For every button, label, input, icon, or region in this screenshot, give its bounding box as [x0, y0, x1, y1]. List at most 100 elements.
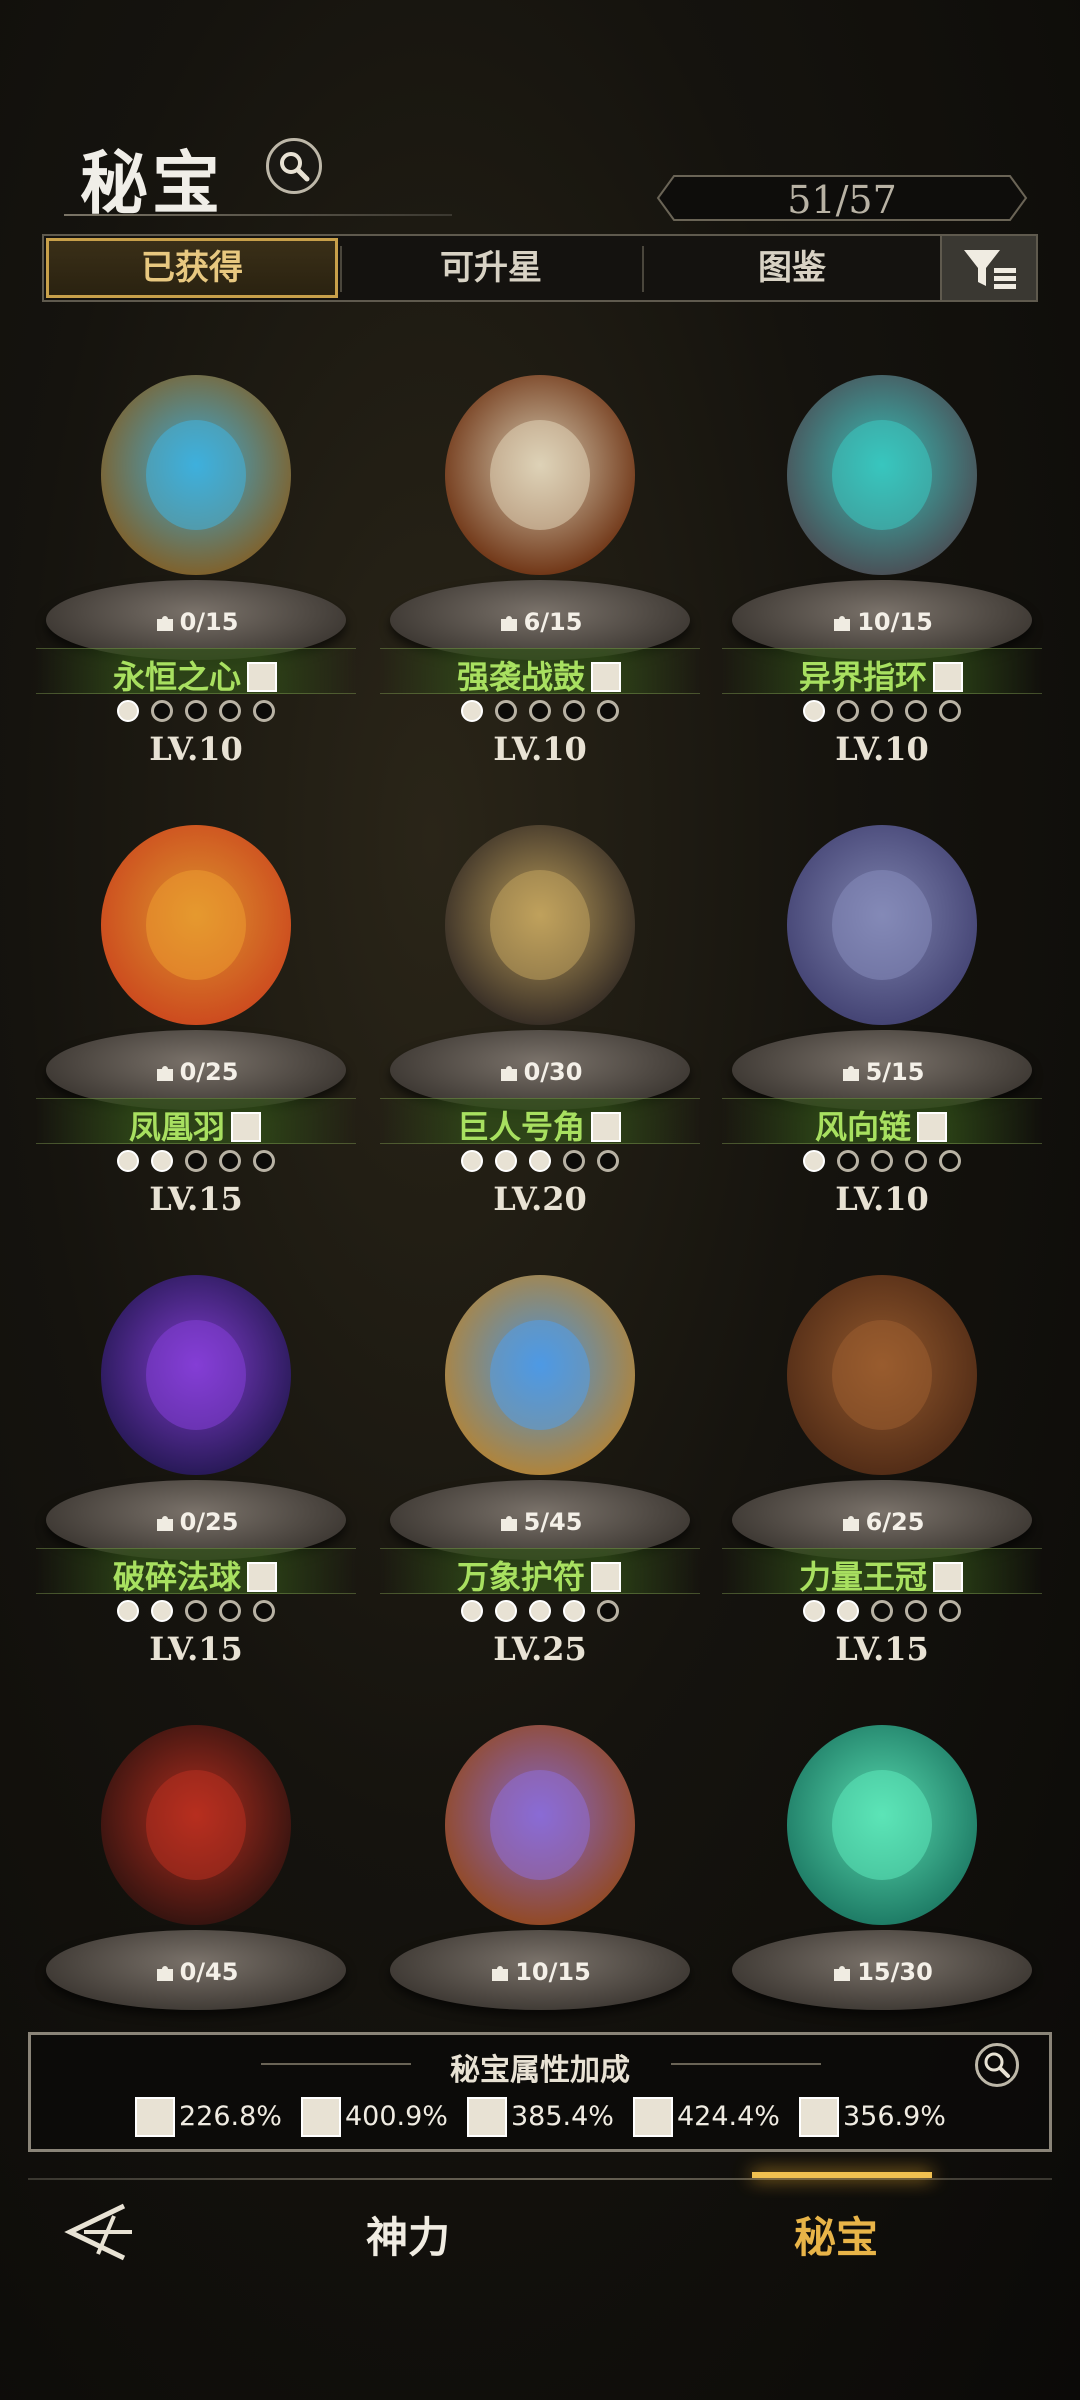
puzzle-piece-icon — [500, 616, 517, 631]
boot-icon — [633, 2097, 673, 2137]
treasure-card[interactable]: 0/25 破碎法球 LV.15 — [36, 1230, 356, 1675]
fist-icon — [915, 1110, 949, 1144]
star-rating — [380, 700, 700, 722]
puzzle-piece-icon — [842, 1516, 859, 1531]
fragment-count: 0/15 — [36, 608, 356, 636]
fist-icon — [301, 2097, 341, 2137]
treasure-card[interactable]: 5/45 万象护符 LV.25 — [380, 1230, 700, 1675]
header: 秘宝 51/57 — [0, 0, 1080, 230]
star-rating — [722, 1150, 1042, 1172]
treasure-name: 异界指环 — [722, 652, 1042, 698]
search-button[interactable] — [266, 138, 322, 194]
puzzle-piece-icon — [500, 1516, 517, 1531]
puzzle-piece-icon — [500, 1066, 517, 1081]
star-empty-icon — [495, 700, 517, 722]
star-empty-icon — [939, 1600, 961, 1622]
treasure-card[interactable]: 0/15 永恒之心 LV.10 — [36, 330, 356, 775]
star-empty-icon — [253, 700, 275, 722]
puzzle-piece-icon — [842, 1066, 859, 1081]
star-empty-icon — [253, 1600, 275, 1622]
bonus-search-button[interactable] — [975, 2043, 1019, 2087]
star-filled-icon — [461, 1600, 483, 1622]
star-empty-icon — [905, 700, 927, 722]
treasure-art — [101, 1275, 291, 1475]
star-rating — [380, 1600, 700, 1622]
treasure-art — [445, 375, 635, 575]
fragment-count: 10/15 — [722, 608, 1042, 636]
puzzle-piece-icon — [156, 1966, 173, 1981]
star-empty-icon — [939, 700, 961, 722]
treasure-level: LV.10 — [835, 1180, 929, 1218]
star-rating — [36, 1150, 356, 1172]
treasure-art — [445, 825, 635, 1025]
back-button[interactable] — [54, 2196, 140, 2266]
puzzle-piece-icon — [156, 616, 173, 631]
star-filled-icon — [117, 700, 139, 722]
treasure-level: LV.15 — [835, 1630, 929, 1668]
star-empty-icon — [597, 700, 619, 722]
star-filled-icon — [461, 1150, 483, 1172]
star-empty-icon — [905, 1600, 927, 1622]
treasure-card[interactable]: 6/15 强袭战鼓 LV.10 — [380, 330, 700, 775]
treasure-art — [787, 1275, 977, 1475]
tab-codex[interactable]: 图鉴 — [644, 238, 940, 298]
tab-bar: 已获得 可升星 图鉴 — [42, 234, 1038, 302]
star-empty-icon — [219, 1150, 241, 1172]
puzzle-piece-icon — [156, 1066, 173, 1081]
star-rating — [36, 1600, 356, 1622]
star-empty-icon — [597, 1150, 619, 1172]
star-empty-icon — [185, 1150, 207, 1172]
tab-upgradable[interactable]: 可升星 — [342, 238, 640, 298]
treasure-art — [787, 825, 977, 1025]
treasure-card[interactable]: 0/25 凤凰羽 LV.15 — [36, 780, 356, 1225]
tab-owned[interactable]: 已获得 — [46, 238, 338, 298]
search-icon — [984, 2052, 1010, 2078]
treasure-name: 永恒之心 — [36, 652, 356, 698]
star-filled-icon — [529, 1150, 551, 1172]
treasure-level: LV.10 — [835, 730, 929, 768]
star-rating — [722, 700, 1042, 722]
treasure-name: 巨人号角 — [380, 1102, 700, 1148]
nav-divider — [28, 2178, 1052, 2180]
treasure-art — [101, 825, 291, 1025]
treasure-name: 强袭战鼓 — [380, 652, 700, 698]
star-empty-icon — [563, 700, 585, 722]
fragment-count: 0/30 — [380, 1058, 700, 1086]
heart-icon — [931, 660, 965, 694]
star-filled-icon — [529, 1600, 551, 1622]
star-filled-icon — [117, 1600, 139, 1622]
star-rating — [722, 1600, 1042, 1622]
treasure-card[interactable]: 10/15 异界指环 LV.10 — [722, 330, 1042, 775]
treasure-card[interactable]: 0/30 巨人号角 LV.20 — [380, 780, 700, 1225]
fist-icon — [589, 660, 623, 694]
boot-icon — [589, 1560, 623, 1594]
search-icon — [280, 152, 310, 182]
star-filled-icon — [803, 1600, 825, 1622]
swirl-icon — [931, 1560, 965, 1594]
filter-button[interactable] — [940, 236, 1036, 300]
fragment-count: 6/25 — [722, 1508, 1042, 1536]
boot-icon — [589, 1110, 623, 1144]
treasure-level: LV.25 — [493, 1630, 587, 1668]
attribute-bonus-panel[interactable]: 秘宝属性加成 226.8% 400.9% 385.4% 424.4% 356.9… — [28, 2032, 1052, 2152]
treasure-card[interactable]: 6/25 力量王冠 LV.15 — [722, 1230, 1042, 1675]
puzzle-piece-icon — [492, 1966, 509, 1981]
treasure-card[interactable]: 5/15 风向链 LV.10 — [722, 780, 1042, 1225]
star-filled-icon — [803, 1150, 825, 1172]
star-empty-icon — [939, 1150, 961, 1172]
nav-tab-divine-power[interactable]: 神力 — [366, 2204, 450, 2265]
fragment-count: 5/45 — [380, 1508, 700, 1536]
star-empty-icon — [151, 700, 173, 722]
nav-tab-treasure[interactable]: 秘宝 — [794, 2204, 878, 2265]
puzzle-piece-icon — [834, 1966, 851, 1981]
star-empty-icon — [219, 700, 241, 722]
treasure-name: 风向链 — [722, 1102, 1042, 1148]
star-empty-icon — [185, 700, 207, 722]
star-filled-icon — [117, 1150, 139, 1172]
fist-icon — [229, 1110, 263, 1144]
treasure-art — [101, 375, 291, 575]
star-rating — [36, 700, 356, 722]
swirl-icon — [245, 660, 279, 694]
star-filled-icon — [563, 1600, 585, 1622]
treasure-art — [101, 1725, 291, 1925]
